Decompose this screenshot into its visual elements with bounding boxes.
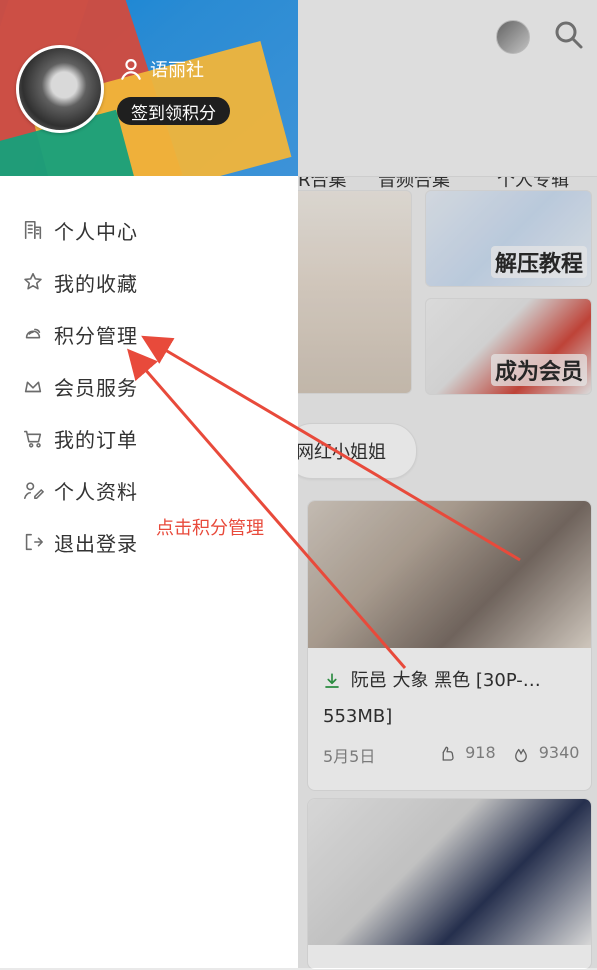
post-card[interactable]: 阮邑 大象 黑色 [30P-… 553MB] 5月5日 918 9340 [307, 500, 592, 791]
feature-card-caption: 成为会员 [490, 354, 587, 386]
user-edit-icon [23, 482, 44, 500]
thumbs-up-icon [442, 746, 454, 761]
star-icon [24, 272, 42, 290]
download-icon [325, 673, 339, 688]
crown-icon [24, 381, 42, 393]
feature-card-membership[interactable]: 成为会员 [425, 298, 592, 395]
feature-card-relax[interactable]: 解压教程 [425, 190, 592, 287]
menu-item-points-management[interactable]: 积分管理 [0, 308, 298, 360]
likes[interactable]: 918 [438, 743, 496, 763]
fire-icon [514, 748, 527, 762]
building-icon [24, 220, 42, 240]
coins-icon [25, 328, 41, 339]
views: 9340 [512, 743, 580, 763]
annotation-text: 点击积分管理 [156, 518, 264, 539]
post-title-text: 阮邑 大象 黑色 [30P-… [350, 670, 541, 691]
menu-item-label: 个人资料 [54, 479, 138, 504]
menu-item-membership[interactable]: 会员服务 [0, 360, 298, 412]
post-subtitle: 553MB] [323, 706, 393, 727]
logout-icon [25, 533, 43, 551]
menu-item-favorites[interactable]: 我的收藏 [0, 256, 298, 308]
post-date: 5月5日 [323, 747, 376, 766]
filter-pill[interactable]: 网红小姐姐 [285, 423, 417, 479]
menu-item-label: 会员服务 [54, 375, 138, 400]
feature-card-caption: 解压教程 [490, 246, 587, 278]
featured-card[interactable] [290, 190, 412, 394]
views-count: 9340 [538, 743, 580, 762]
menu-item-orders[interactable]: 我的订单 [0, 412, 298, 464]
post-title[interactable]: 阮邑 大象 黑色 [30P-… [323, 666, 541, 692]
filter-pill-label: 网红小姐姐 [296, 442, 386, 463]
drawer-header: 语丽社 签到领积分 [0, 0, 298, 176]
menu-item-label: 退出登录 [54, 531, 138, 556]
top-avatar[interactable] [496, 20, 530, 54]
post-image[interactable] [308, 501, 591, 648]
menu-item-personal-center[interactable]: 个人中心 [0, 204, 298, 256]
post-stats: 918 9340 [438, 743, 579, 763]
avatar[interactable] [16, 45, 104, 133]
search-icon[interactable] [552, 18, 584, 50]
likes-count: 918 [465, 743, 496, 762]
post-image[interactable] [308, 799, 591, 945]
menu-item-label: 我的收藏 [54, 271, 138, 296]
cart-icon [23, 430, 42, 448]
user-info[interactable]: 语丽社 [118, 56, 204, 82]
username: 语丽社 [150, 60, 204, 81]
post-card[interactable] [307, 798, 592, 970]
menu-item-label: 积分管理 [54, 323, 138, 348]
side-drawer: 语丽社 签到领积分 个人中心 我的收藏 积分管理 会员服务 我的订单 个人资料 … [0, 0, 298, 968]
menu-item-label: 个人中心 [54, 219, 138, 244]
user-icon [121, 59, 141, 80]
menu-item-profile[interactable]: 个人资料 [0, 464, 298, 516]
menu-item-label: 我的订单 [54, 427, 138, 452]
checkin-button[interactable]: 签到领积分 [117, 97, 230, 125]
